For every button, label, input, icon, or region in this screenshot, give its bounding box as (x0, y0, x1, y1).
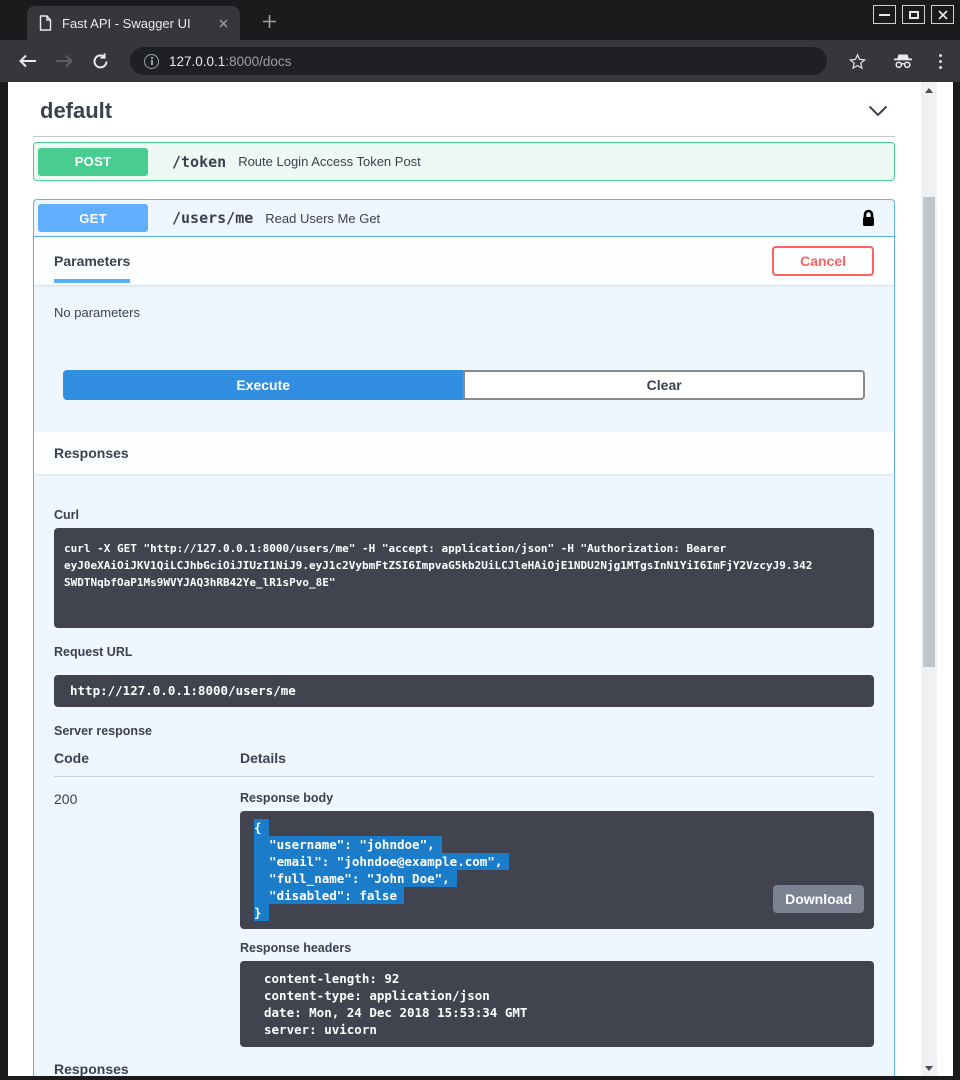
json-line: } (254, 904, 269, 921)
lock-icon (861, 209, 876, 228)
maximize-button[interactable] (902, 5, 925, 24)
browser-menu-icon[interactable] (931, 54, 950, 69)
curl-command[interactable]: curl -X GET "http://127.0.0.1:8000/users… (54, 528, 874, 628)
tag-title: default (40, 98, 112, 124)
minimize-icon (879, 14, 890, 16)
swagger-page: default POST /token Route Login Access T… (8, 82, 921, 1076)
json-line: { (254, 819, 269, 836)
scroll-up-icon (925, 88, 933, 93)
scroll-down-button[interactable] (921, 1060, 937, 1076)
page-favicon-icon (39, 15, 52, 31)
auth-lock-button[interactable] (861, 209, 876, 228)
response-headers-label: Response headers (240, 941, 874, 955)
clear-button[interactable]: Clear (463, 370, 865, 400)
opblock-post-token[interactable]: POST /token Route Login Access Token Pos… (33, 142, 895, 181)
incognito-indicator (888, 46, 918, 76)
window-controls (873, 5, 954, 24)
download-button[interactable]: Download (773, 885, 864, 913)
curl-label: Curl (54, 508, 874, 522)
json-line: "full_name": "John Doe", (254, 870, 457, 887)
response-headers-box: content-length: 92 content-type: applica… (240, 961, 874, 1047)
execute-button[interactable]: Execute (63, 370, 463, 400)
details-column-header: Details (240, 750, 755, 766)
back-icon (19, 54, 37, 68)
json-line: "username": "johndoe", (254, 836, 442, 853)
reload-button[interactable] (85, 46, 115, 76)
code-column-header: Code (54, 750, 240, 766)
tab-strip: Fast API - Swagger UI (0, 0, 960, 40)
star-icon (849, 53, 866, 70)
page-viewport: default POST /token Route Login Access T… (8, 82, 953, 1076)
page-scrollbar[interactable] (921, 82, 937, 1076)
back-button[interactable] (13, 46, 43, 76)
response-details: Response body { "username": "johndoe", "… (240, 791, 874, 1047)
tab-parameters[interactable]: Parameters (54, 237, 130, 285)
url-path: :8000/docs (225, 54, 291, 69)
get-path: /users/me (172, 209, 253, 227)
scrollbar-thumb[interactable] (923, 197, 935, 667)
server-response-label: Server response (54, 724, 874, 738)
json-line: "disabled": false (254, 887, 404, 904)
minimize-button[interactable] (873, 5, 896, 24)
close-icon (938, 10, 948, 20)
address-bar[interactable]: 127.0.0.1:8000/docs (130, 47, 827, 75)
request-url-label: Request URL (54, 645, 874, 659)
opblock-get-users-me: GET /users/me Read Users Me Get Paramete… (33, 199, 895, 1076)
browser-toolbar: 127.0.0.1:8000/docs (0, 40, 960, 82)
cancel-button[interactable]: Cancel (772, 246, 874, 276)
forward-button[interactable] (49, 46, 79, 76)
execute-row: Execute Clear (63, 370, 865, 400)
request-url-value: http://127.0.0.1:8000/users/me (54, 675, 874, 707)
post-path: /token (172, 153, 226, 171)
response-body-box[interactable]: { "username": "johndoe", "email": "johnd… (240, 811, 874, 929)
scroll-up-button[interactable] (921, 82, 937, 98)
incognito-icon (893, 53, 913, 69)
get-method-badge: GET (38, 204, 148, 232)
responses-band-title: Responses (54, 445, 129, 461)
reload-icon (92, 53, 109, 70)
responses-inner: Curl curl -X GET "http://127.0.0.1:8000/… (34, 474, 894, 1076)
parameters-header: Parameters Cancel (34, 237, 894, 285)
bookmark-star-button[interactable] (842, 46, 872, 76)
browser-window: Fast API - Swagger UI (0, 0, 960, 1080)
response-body-label: Response body (240, 791, 874, 805)
status-code: 200 (54, 791, 240, 1047)
no-parameters-text: No parameters (34, 285, 894, 320)
server-response-row: 200 Response body { "username": "johndoe… (54, 777, 874, 1047)
tab-title: Fast API - Swagger UI (62, 16, 214, 31)
close-button[interactable] (931, 5, 954, 24)
maximize-icon (909, 11, 919, 19)
responses-doc-title: Responses (54, 1061, 874, 1076)
opblock-summary[interactable]: GET /users/me Read Users Me Get (34, 200, 894, 237)
get-summary: Read Users Me Get (265, 211, 380, 226)
toolbar-actions (839, 46, 950, 76)
tag-section-header[interactable]: default (33, 82, 895, 137)
post-method-badge: POST (38, 148, 148, 176)
url-host: 127.0.0.1 (169, 54, 225, 69)
server-response-table-header: Code Details (54, 750, 874, 777)
new-tab-icon[interactable] (258, 10, 280, 32)
responses-header-band: Responses (34, 432, 894, 474)
opblock-summary[interactable]: POST /token Route Login Access Token Pos… (34, 143, 894, 180)
browser-tab[interactable]: Fast API - Swagger UI (27, 6, 240, 40)
forward-icon (55, 54, 73, 68)
json-line: "email": "johndoe@example.com", (254, 853, 509, 870)
page-info-icon[interactable] (144, 54, 159, 69)
chevron-down-icon[interactable] (868, 105, 888, 117)
post-summary: Route Login Access Token Post (238, 154, 421, 169)
scroll-down-icon (925, 1066, 933, 1071)
tab-close-icon[interactable] (214, 14, 232, 32)
